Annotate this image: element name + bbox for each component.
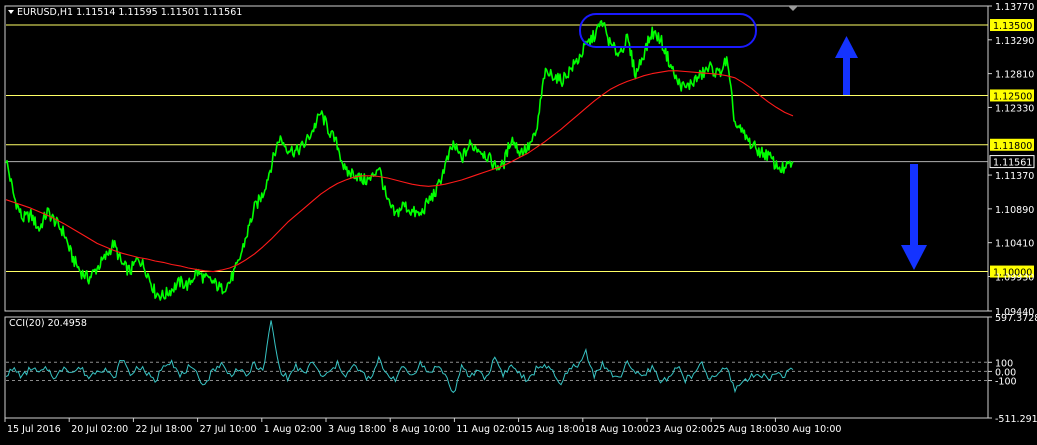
y-tick-label: 1.12330	[995, 103, 1034, 114]
chart-root: 1.13770 1.13290 1.12810 1.12330 1.11370 1.108…	[0, 0, 1037, 441]
cci-title: CCI(20) 20.4958	[9, 318, 87, 329]
level-price-label: 1.11800	[993, 141, 1032, 152]
x-tick-label: 11 Aug 02:00	[456, 424, 520, 435]
x-tick-label: 18 Aug 10:00	[585, 424, 649, 435]
x-tick-label: 15 Jul 2016	[7, 424, 61, 435]
x-tick-label: 1 Aug 02:00	[264, 424, 322, 435]
y-tick-label: 1.13770	[995, 2, 1034, 13]
level-price-label: 1.12500	[993, 91, 1032, 102]
cci-y-tick-label: -100	[995, 377, 1017, 388]
current-price-label: 1.11561	[993, 158, 1032, 169]
cci-y-tick-label: 597.3728	[995, 313, 1037, 324]
x-tick-label: 3 Aug 18:00	[328, 424, 386, 435]
y-tick-label: 1.11370	[995, 171, 1034, 182]
x-tick-label: 25 Aug 18:00	[713, 424, 777, 435]
y-tick-label: 1.10890	[995, 205, 1034, 216]
y-tick-label: 1.12810	[995, 70, 1034, 81]
y-tick-label: 1.13290	[995, 36, 1034, 47]
level-price-label: 1.10000	[993, 268, 1032, 279]
y-tick-label: 1.10410	[995, 239, 1034, 250]
cci-y-tick-label: -511.2913	[995, 414, 1037, 425]
up-arrow-shaft	[843, 57, 850, 95]
x-tick-label: 15 Aug 18:00	[521, 424, 585, 435]
main-chart-title: EURUSD,H1 1.11514 1.11595 1.11501 1.1156…	[17, 7, 242, 18]
down-arrow-shaft	[910, 164, 918, 250]
x-tick-label: 30 Aug 10:00	[777, 424, 841, 435]
x-tick-label: 8 Aug 10:00	[392, 424, 450, 435]
x-tick-label: 23 Aug 02:00	[649, 424, 713, 435]
level-price-label: 1.13500	[993, 21, 1032, 32]
x-tick-label: 20 Jul 02:00	[71, 424, 128, 435]
chart-canvas[interactable]: 1.13770 1.13290 1.12810 1.12330 1.11370 1.108…	[0, 0, 1037, 441]
x-tick-label: 27 Jul 10:00	[200, 424, 257, 435]
x-tick-label: 22 Jul 18:00	[135, 424, 192, 435]
